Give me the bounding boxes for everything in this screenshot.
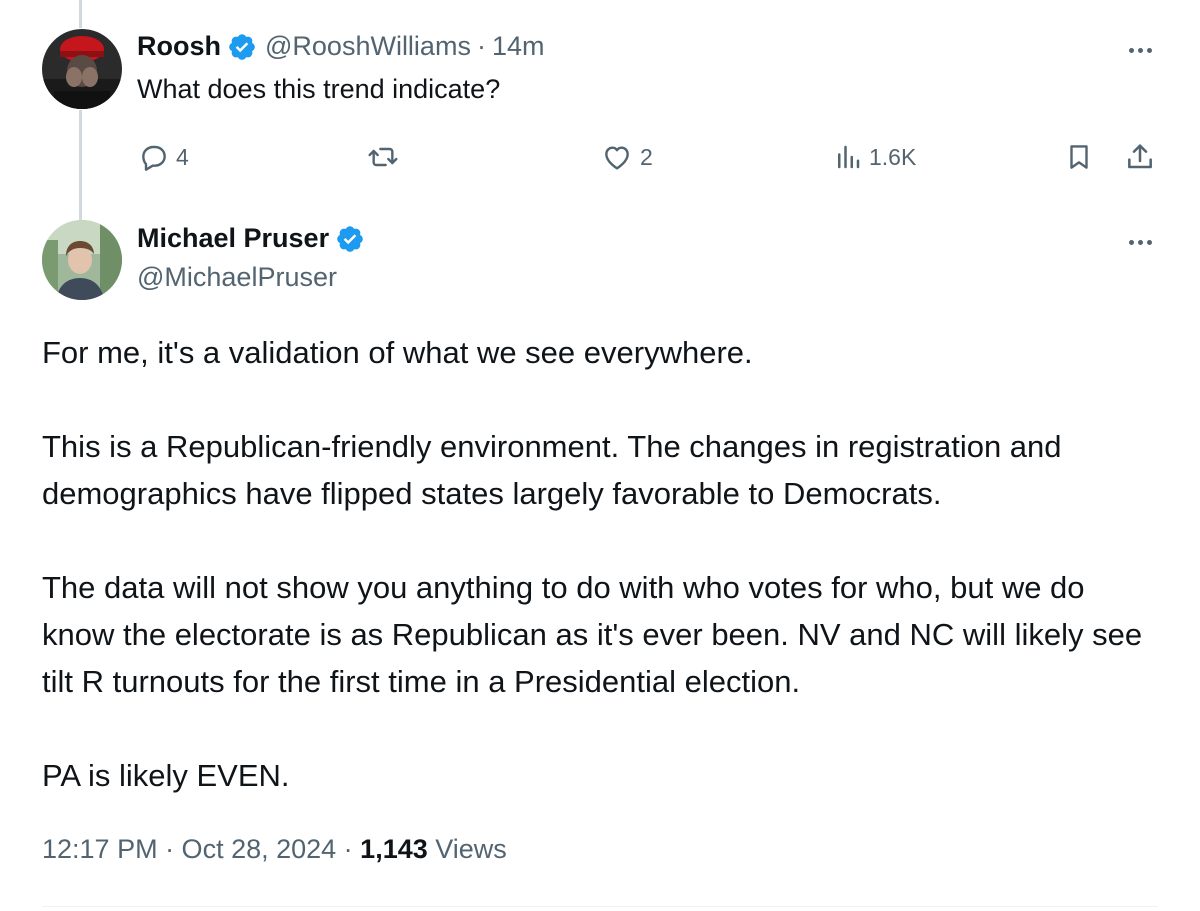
like-button[interactable]: 2 [600, 139, 653, 175]
tweet-paragraph-1: For me, it's a validation of what we see… [42, 335, 753, 370]
user-handle[interactable]: @MichaelPruser [137, 262, 337, 293]
share-button[interactable] [1124, 139, 1156, 175]
main-tweet-header: Michael Pruser [137, 223, 373, 254]
bookmark-icon [1064, 141, 1094, 173]
reply-button[interactable]: 4 [138, 139, 189, 175]
tweet-timestamp[interactable]: 12:17 PM · Oct 28, 2024 · [42, 834, 360, 864]
heart-icon [600, 141, 634, 173]
like-count: 2 [640, 143, 653, 170]
share-icon [1124, 141, 1156, 173]
avatar-roosh[interactable] [42, 29, 122, 109]
tweet-views-count: 1,143 [360, 834, 428, 864]
more-icon[interactable] [1120, 40, 1160, 60]
bookmark-button[interactable] [1064, 139, 1094, 175]
analytics-icon [833, 141, 863, 173]
reply-count: 4 [176, 143, 189, 170]
views-button[interactable]: 1.6K [833, 139, 916, 175]
verified-badge-icon [335, 224, 365, 254]
verified-badge-icon [227, 32, 257, 62]
header-separator: · [476, 31, 486, 61]
more-icon[interactable] [1120, 232, 1160, 252]
tweet-paragraph-2: This is a Republican-friendly environmen… [42, 429, 1062, 511]
tweet-paragraph-3: The data will not show you anything to d… [42, 570, 1143, 699]
parent-tweet-header: Roosh @RooshWilliams · 14m [137, 31, 544, 62]
views-count: 1.6K [869, 143, 917, 170]
divider [42, 906, 1158, 907]
retweet-button[interactable] [366, 139, 406, 175]
user-handle[interactable]: @RooshWilliams [265, 31, 471, 62]
parent-tweet-text: What does this trend indicate? [137, 74, 501, 104]
thread-line-top [79, 0, 82, 28]
retweet-icon [366, 141, 400, 173]
tweet-views-label: Views [427, 834, 507, 864]
tweet-paragraph-4: PA is likely EVEN. [42, 758, 290, 793]
thread-line-connector [79, 110, 82, 220]
display-name[interactable]: Roosh [137, 31, 221, 62]
tweet-meta: 12:17 PM · Oct 28, 2024 · 1,143 Views [42, 834, 507, 865]
reply-icon [138, 141, 170, 173]
avatar-michael-pruser[interactable] [42, 220, 122, 300]
tweet-time[interactable]: 14m [492, 31, 545, 62]
display-name[interactable]: Michael Pruser [137, 223, 329, 254]
